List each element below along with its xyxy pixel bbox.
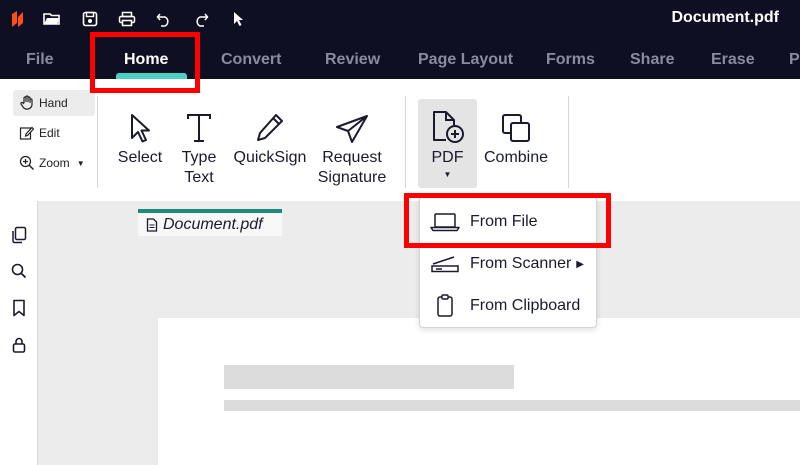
combine-button[interactable]: Combine (480, 104, 552, 168)
pdf-label: PDF (431, 149, 464, 166)
select-button[interactable]: Select (112, 104, 168, 168)
request-signature-label-line1: Request (322, 149, 382, 166)
tab-share[interactable]: Share (630, 51, 674, 69)
combine-pages-icon (500, 104, 532, 144)
clipboard-icon (437, 294, 453, 317)
document-icon (146, 217, 158, 232)
lock-icon[interactable] (10, 336, 28, 354)
document-tab[interactable]: Document.pdf (138, 209, 282, 236)
hand-tool-button[interactable]: Hand (13, 90, 95, 116)
create-pdf-button-content[interactable]: PDF ▼ (418, 104, 477, 182)
pages-icon[interactable] (10, 226, 28, 244)
search-icon[interactable] (10, 262, 28, 280)
highlight-box-home-tab (90, 32, 200, 93)
tab-file[interactable]: File (26, 51, 54, 69)
scanner-icon (431, 256, 459, 273)
ribbon-divider (405, 96, 406, 188)
save-icon[interactable] (80, 9, 100, 29)
tab-review[interactable]: Review (325, 51, 380, 69)
text-t-icon (185, 104, 213, 144)
quicksign-button[interactable]: QuickSign (230, 104, 310, 168)
caret-down-icon: ▼ (443, 170, 452, 179)
menu-item-from-scanner[interactable]: From Scanner ▶ (420, 244, 598, 284)
edit-tool-button[interactable]: Edit (13, 120, 95, 146)
cursor-icon[interactable] (229, 9, 249, 29)
submenu-arrow-icon: ▶ (576, 258, 584, 270)
app-logo-icon[interactable] (8, 9, 28, 29)
redo-icon[interactable] (191, 9, 211, 29)
content-placeholder (224, 400, 800, 411)
undo-icon[interactable] (154, 9, 174, 29)
type-text-button[interactable]: Type Text (174, 104, 224, 188)
tab-page-layout[interactable]: Page Layout (418, 51, 513, 69)
combine-label: Combine (483, 149, 549, 166)
pen-icon (255, 104, 285, 144)
tab-forms[interactable]: Forms (546, 51, 595, 69)
tab-erase[interactable]: Erase (711, 51, 755, 69)
ribbon-divider (97, 96, 98, 188)
hand-label: Hand (39, 96, 68, 110)
from-scanner-label: From Scanner (470, 255, 572, 272)
request-signature-button[interactable]: Request Signature (312, 104, 392, 188)
document-page[interactable] (158, 318, 800, 465)
edit-label: Edit (39, 126, 60, 140)
request-signature-label-line2: Signature (317, 169, 387, 186)
tab-overflow[interactable]: P (789, 51, 800, 69)
document-tab-label: Document.pdf (163, 215, 263, 233)
hand-icon (20, 95, 33, 110)
from-clipboard-label: From Clipboard (470, 297, 581, 314)
ribbon-divider (568, 96, 569, 188)
select-cursor-icon (127, 104, 153, 144)
open-folder-icon[interactable] (42, 9, 62, 29)
type-text-label-line2: Text (184, 169, 214, 186)
zoom-tool-button[interactable]: Zoom ▼ (13, 150, 95, 176)
edit-icon (19, 126, 35, 140)
document-title: Document.pdf (671, 9, 779, 26)
type-text-label-line1: Type (181, 149, 217, 166)
chevron-down-icon: ▼ (76, 158, 85, 168)
paper-plane-icon (335, 104, 369, 144)
app-window: Document.pdf File Home Convert Review Pa… (0, 0, 800, 465)
tab-convert[interactable]: Convert (221, 51, 281, 69)
print-icon[interactable] (117, 9, 137, 29)
new-document-icon (430, 104, 466, 144)
left-sidebar (0, 201, 38, 465)
select-label: Select (117, 149, 163, 166)
highlight-box-from-file (404, 193, 611, 248)
zoom-icon (19, 155, 35, 171)
menu-item-from-clipboard[interactable]: From Clipboard (420, 286, 598, 326)
quicksign-label: QuickSign (233, 149, 307, 166)
bookmark-icon[interactable] (10, 299, 28, 317)
content-placeholder (224, 365, 514, 389)
zoom-label: Zoom (39, 156, 70, 170)
